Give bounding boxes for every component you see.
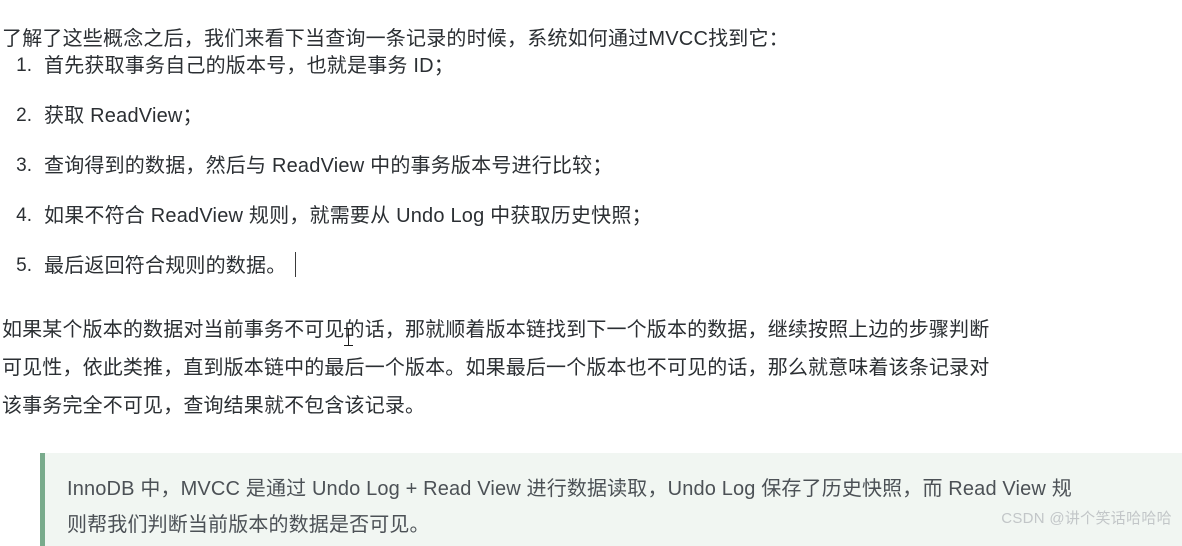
list-item-label: 查询得到的数据，然后与 ReadView 中的事务版本号进行比较； xyxy=(44,155,613,177)
list-item-label: 如果不符合 ReadView 规则，就需要从 Undo Log 中获取历史快照； xyxy=(44,205,652,227)
paragraph-line: 该事务完全不可见，查询结果就不包含该记录。 xyxy=(2,395,426,417)
list-item-marker: 1. xyxy=(16,55,32,76)
summary-callout: InnoDB 中，MVCC 是通过 Undo Log + Read View 进… xyxy=(40,453,1182,546)
list-item: 4. 如果不符合 ReadView 规则，就需要从 Undo Log 中获取历史… xyxy=(0,202,1180,252)
list-item: 2. 获取 ReadView； xyxy=(0,102,1180,152)
list-item-marker: 2. xyxy=(16,105,32,126)
list-item-marker: 3. xyxy=(16,155,32,176)
list-item-label: 获取 ReadView； xyxy=(44,105,203,127)
body-paragraph: 如果某个版本的数据对当前事务不可见的话，那就顺着版本链找到下一个版本的数据，继续… xyxy=(2,311,1180,425)
list-item-text: 最后返回符合规则的数据。 xyxy=(44,255,287,277)
csdn-watermark: CSDN @讲个笑话哈哈哈 xyxy=(1001,510,1172,527)
list-item: 3. 查询得到的数据，然后与 ReadView 中的事务版本号进行比较； xyxy=(0,152,1180,202)
list-item: 1. 首先获取事务自己的版本号，也就是事务 ID； xyxy=(0,52,1180,102)
list-item-label: 首先获取事务自己的版本号，也就是事务 ID； xyxy=(44,55,454,77)
paragraph-line: 如果某个版本的数据对当前事务不可见的话，那就顺着版本链找到下一个版本的数据，继续… xyxy=(2,319,990,341)
mvcc-steps-list: 1. 首先获取事务自己的版本号，也就是事务 ID； 2. 获取 ReadView… xyxy=(0,52,1180,302)
list-item-marker: 5. xyxy=(16,255,32,276)
list-item-marker: 4. xyxy=(16,205,32,226)
list-item: 5. 最后返回符合规则的数据。 xyxy=(0,252,1180,302)
list-item-label: 最后返回符合规则的数据。 xyxy=(44,252,1180,280)
intro-paragraph: 了解了这些概念之后，我们来看下当查询一条记录的时候，系统如何通过MVCC找到它： xyxy=(2,28,789,50)
paragraph-line: 可见性，依此类推，直到版本链中的最后一个版本。如果最后一个版本也不可见的话，那么… xyxy=(2,357,990,379)
article-page: 了解了这些概念之后，我们来看下当查询一条记录的时候，系统如何通过MVCC找到它：… xyxy=(0,0,1182,546)
text-caret xyxy=(295,252,297,277)
callout-line: InnoDB 中，MVCC 是通过 Undo Log + Read View 进… xyxy=(67,478,1072,500)
